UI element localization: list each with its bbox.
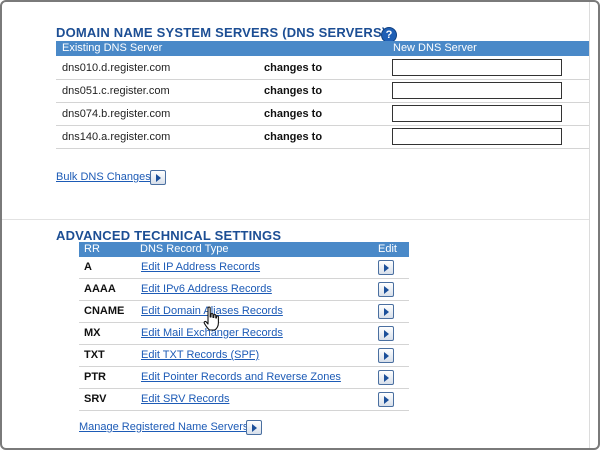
dns-settings-panel: DOMAIN NAME SYSTEM SERVERS (DNS SERVERS)… bbox=[0, 0, 600, 450]
go-arrow-icon[interactable] bbox=[378, 260, 394, 275]
go-arrow-icon[interactable] bbox=[378, 348, 394, 363]
go-arrow-icon[interactable] bbox=[150, 170, 166, 185]
section-divider bbox=[2, 219, 589, 220]
new-dns-input[interactable] bbox=[392, 59, 562, 76]
existing-dns-server: dns140.a.register.com bbox=[62, 131, 171, 143]
go-arrow-icon[interactable] bbox=[246, 420, 262, 435]
record-row-ptr: PTR Edit Pointer Records and Reverse Zon… bbox=[79, 367, 409, 389]
record-row-mx: MX Edit Mail Exchanger Records bbox=[79, 323, 409, 345]
changes-to-label: changes to bbox=[264, 85, 323, 97]
rr-type: CNAME bbox=[84, 305, 125, 317]
advanced-section-title: ADVANCED TECHNICAL SETTINGS bbox=[56, 228, 282, 243]
col-existing-dns: Existing DNS Server bbox=[62, 42, 163, 54]
rr-type: MX bbox=[84, 327, 101, 339]
existing-dns-server: dns074.b.register.com bbox=[62, 108, 171, 120]
hand-pointer-icon bbox=[203, 306, 219, 331]
col-edit: Edit bbox=[378, 243, 397, 255]
edit-record-link[interactable]: Edit IP Address Records bbox=[141, 261, 260, 273]
record-row-a: A Edit IP Address Records bbox=[79, 257, 409, 279]
dns-row: dns051.c.register.com changes to bbox=[56, 80, 589, 103]
record-row-srv: SRV Edit SRV Records bbox=[79, 389, 409, 411]
changes-to-label: changes to bbox=[264, 108, 323, 120]
dns-row: dns010.d.register.com changes to bbox=[56, 57, 589, 80]
advanced-table-header: RR DNS Record Type Edit bbox=[79, 242, 409, 257]
go-arrow-icon[interactable] bbox=[378, 326, 394, 341]
rr-type: A bbox=[84, 261, 92, 273]
col-rr: RR bbox=[84, 243, 100, 255]
existing-dns-server: dns051.c.register.com bbox=[62, 85, 170, 97]
dns-table-header: Existing DNS Server New DNS Server bbox=[56, 41, 589, 56]
dns-section-title: DOMAIN NAME SYSTEM SERVERS (DNS SERVERS) bbox=[56, 25, 387, 40]
changes-to-label: changes to bbox=[264, 62, 323, 74]
new-dns-input[interactable] bbox=[392, 105, 562, 122]
new-dns-input[interactable] bbox=[392, 128, 562, 145]
go-arrow-icon[interactable] bbox=[378, 370, 394, 385]
edit-record-link[interactable]: Edit Pointer Records and Reverse Zones bbox=[141, 371, 341, 383]
rr-type: TXT bbox=[84, 349, 105, 361]
rr-type: PTR bbox=[84, 371, 106, 383]
col-new-dns: New DNS Server bbox=[393, 42, 477, 54]
rr-type: SRV bbox=[84, 393, 107, 405]
edit-record-link[interactable]: Edit IPv6 Address Records bbox=[141, 283, 272, 295]
edit-record-link[interactable]: Edit TXT Records (SPF) bbox=[141, 349, 259, 361]
existing-dns-server: dns010.d.register.com bbox=[62, 62, 171, 74]
record-row-aaaa: AAAA Edit IPv6 Address Records bbox=[79, 279, 409, 301]
edit-record-link[interactable]: Edit SRV Records bbox=[141, 393, 229, 405]
dns-row: dns140.a.register.com changes to bbox=[56, 126, 589, 149]
col-dns-record-type: DNS Record Type bbox=[140, 243, 229, 255]
go-arrow-icon[interactable] bbox=[378, 304, 394, 319]
dns-row: dns074.b.register.com changes to bbox=[56, 103, 589, 126]
go-arrow-icon[interactable] bbox=[378, 392, 394, 407]
record-row-txt: TXT Edit TXT Records (SPF) bbox=[79, 345, 409, 367]
bulk-dns-changes-link[interactable]: Bulk DNS Changes bbox=[56, 171, 151, 183]
record-row-cname: CNAME Edit Domain Aliases Records bbox=[79, 301, 409, 323]
panel-divider bbox=[589, 2, 590, 448]
rr-type: AAAA bbox=[84, 283, 116, 295]
new-dns-input[interactable] bbox=[392, 82, 562, 99]
manage-name-servers-link[interactable]: Manage Registered Name Servers bbox=[79, 421, 248, 433]
changes-to-label: changes to bbox=[264, 131, 323, 143]
go-arrow-icon[interactable] bbox=[378, 282, 394, 297]
